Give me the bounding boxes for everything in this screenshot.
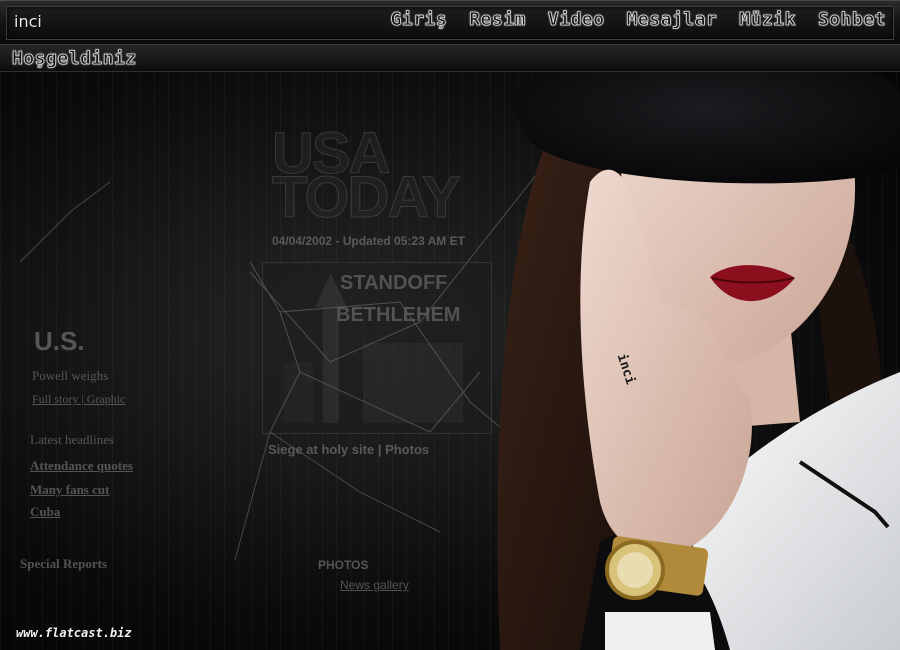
nav-item-video[interactable]: Video xyxy=(547,9,605,31)
nav-item-messages[interactable]: Mesajlar xyxy=(626,9,718,31)
nav-item-chat[interactable]: Sohbet xyxy=(818,9,886,31)
watermark-link[interactable]: www.flatcast.biz xyxy=(16,626,132,640)
marquee-bar: Hoşgeldiniz xyxy=(0,45,900,72)
site-brand[interactable]: inci xyxy=(14,12,42,31)
main-nav: Giriş Resim Video Mesajlar Müzik Sohbet xyxy=(390,9,886,31)
nav-item-images[interactable]: Resim xyxy=(469,9,526,31)
nav-item-home[interactable]: Giriş xyxy=(390,9,448,31)
nav-item-music[interactable]: Müzik xyxy=(739,9,796,31)
woman-portrait xyxy=(470,72,900,650)
top-navigation-bar: inci Giriş Resim Video Mesajlar Müzik So… xyxy=(0,0,900,45)
woman-portrait-art xyxy=(497,72,900,650)
marquee-text: Hoşgeldiniz xyxy=(12,48,137,70)
hero-banner: USA TODAY 04/04/2002 - Updated 05:23 AM … xyxy=(0,72,900,650)
